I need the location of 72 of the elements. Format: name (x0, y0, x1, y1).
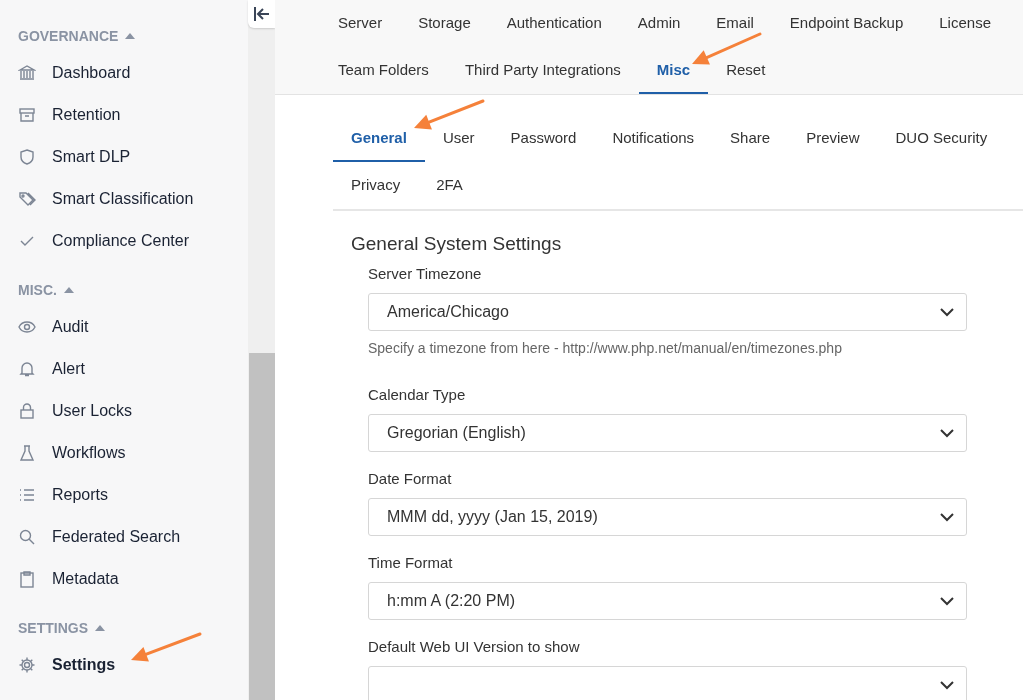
list-icon (18, 486, 36, 504)
caret-icon[interactable] (124, 32, 137, 40)
tab[interactable]: Privacy (333, 162, 419, 209)
field-label: Calendar Type (368, 386, 467, 403)
flask-icon (18, 444, 36, 462)
field-label: Date Format (368, 470, 453, 487)
tab[interactable]: Admin (619, 0, 699, 47)
sidebar-item[interactable]: Retention (18, 94, 121, 136)
sidebar-item[interactable]: User Locks (18, 390, 133, 432)
tab[interactable]: Third Party Integrations (446, 47, 639, 94)
annotation-arrow (414, 99, 485, 130)
section-title: General System Settings (351, 233, 563, 255)
caret-icon[interactable] (62, 286, 75, 294)
eye-icon (18, 318, 36, 336)
tab[interactable]: Team Folders (320, 47, 447, 94)
tab[interactable]: 2FA (418, 162, 481, 209)
collapse-sidebar-button[interactable] (248, 0, 275, 28)
tab[interactable]: DUO Security (877, 115, 1006, 162)
search-icon (18, 528, 36, 546)
sidebar-item[interactable]: Smart Classification (18, 178, 194, 220)
sidebar-item[interactable]: Federated Search (18, 516, 181, 558)
chevron-down-icon (940, 596, 954, 606)
sidebar-item[interactable]: Smart DLP (18, 136, 131, 178)
tab[interactable]: Endpoint Backup (771, 0, 922, 47)
tab[interactable]: Server (320, 0, 401, 47)
clipboard-icon (18, 570, 36, 588)
chevron-down-icon (940, 307, 954, 317)
field-label: Time Format (368, 554, 454, 571)
dropdown[interactable]: America/Chicago (368, 293, 967, 331)
tab[interactable]: Authentication (488, 0, 620, 47)
sidebar-item[interactable]: Audit (18, 306, 89, 348)
sidebar-item[interactable]: Alert (18, 348, 85, 390)
collapse-arrow-icon (252, 6, 271, 22)
settings-icon (18, 656, 36, 674)
dropdown[interactable]: h:mm A (2:20 PM) (368, 582, 967, 620)
tags-icon (18, 190, 36, 208)
tab[interactable]: Password (492, 115, 595, 162)
sidebar-item[interactable]: Settings (18, 644, 116, 686)
dropdown[interactable]: Gregorian (English) (368, 414, 967, 452)
sidebar-item[interactable]: Workflows (18, 432, 126, 474)
sidebar-item[interactable]: Metadata (18, 558, 119, 600)
scrollbar-thumb[interactable] (249, 353, 275, 700)
shield-icon (18, 148, 36, 166)
chevron-down-icon (940, 512, 954, 522)
section-heading: MISC. (18, 282, 57, 298)
tab[interactable]: Storage (400, 0, 489, 47)
tab[interactable]: Share (712, 115, 789, 162)
sidebar-item[interactable]: Reports (18, 474, 109, 516)
archive-icon (18, 106, 36, 124)
section-heading: GOVERNANCE (18, 28, 119, 44)
caret-icon[interactable] (94, 624, 106, 632)
section-heading: SETTINGS (18, 620, 88, 636)
dropdown[interactable] (368, 666, 967, 700)
bank-icon (18, 64, 36, 82)
help-text: Specify a timezone from here - http://www.php.net/manual/en/timezones.php (368, 340, 843, 356)
tab[interactable]: Preview (788, 115, 878, 162)
tab[interactable]: License (921, 0, 1009, 47)
sidebar-item[interactable]: Dashboard (18, 52, 131, 94)
annotation-arrow (131, 632, 202, 662)
bell-icon (18, 360, 36, 378)
tab[interactable]: Reset (708, 47, 784, 94)
annotation-arrow (692, 32, 762, 65)
tab[interactable]: Email (698, 0, 772, 47)
chevron-down-icon (940, 680, 954, 690)
sidebar-item[interactable]: Compliance Center (18, 220, 189, 262)
chevron-down-icon (940, 428, 954, 438)
field-label: Default Web UI Version to show (368, 638, 581, 655)
tab[interactable]: Notifications (594, 115, 713, 162)
lock-icon (18, 402, 36, 420)
dropdown[interactable]: MMM dd, yyyy (Jan 15, 2019) (368, 498, 967, 536)
field-label: Server Timezone (368, 265, 483, 282)
tab[interactable]: User (424, 115, 493, 162)
